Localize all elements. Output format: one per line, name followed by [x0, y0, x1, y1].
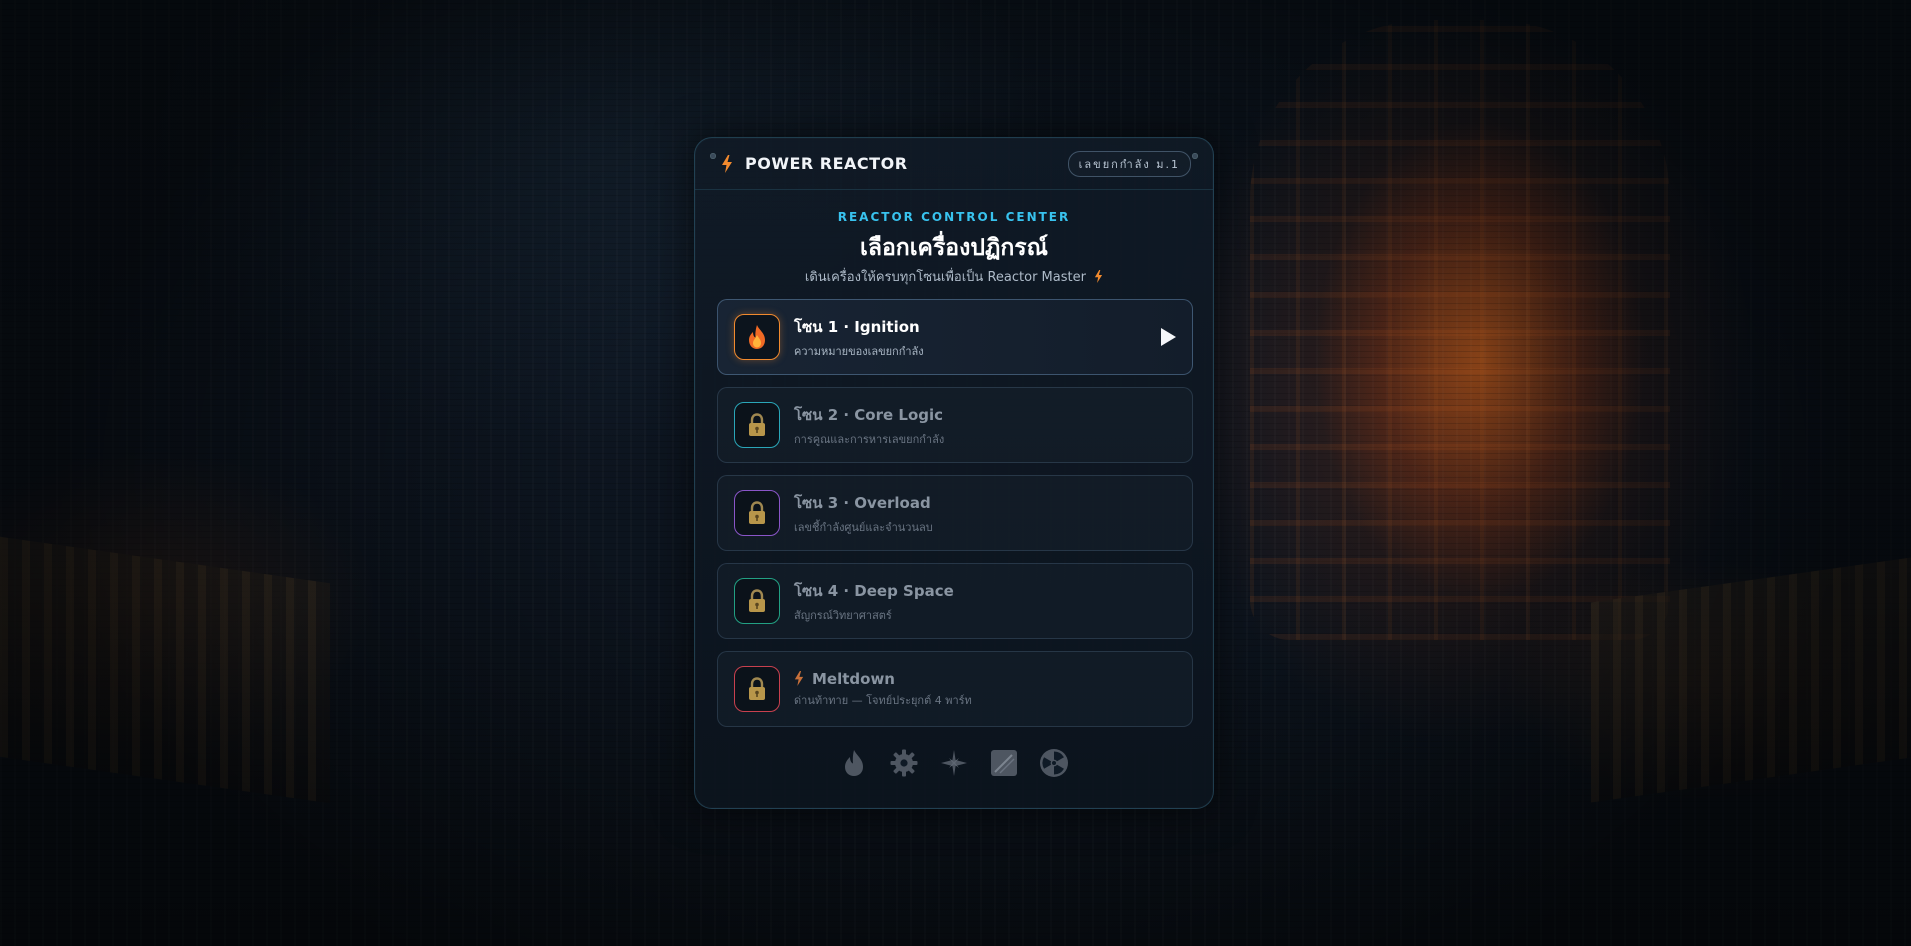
- zone-text: โซน 1 · Ignition ความหมายของเลขยกกำลัง: [794, 315, 924, 360]
- flame-medal-icon: [838, 747, 870, 779]
- background-reactor-tower: [1250, 20, 1670, 640]
- bolt-icon: [794, 670, 804, 686]
- zone-card-overload[interactable]: โซน 3 · Overload เลขชี้กำลังศูนย์และจำนว…: [717, 475, 1193, 551]
- page-subtitle: เดินเครื่องให้ครบทุกโซนเพื่อเป็น Reactor…: [695, 266, 1213, 287]
- bolt-icon: [722, 154, 732, 173]
- lock-icon: [749, 589, 765, 612]
- flame-icon: [749, 325, 765, 349]
- zone-list: โซน 1 · Ignition ความหมายของเลขยกกำลัง โ…: [717, 299, 1193, 739]
- zone-text: โซน 3 · Overload เลขชี้กำลังศูนย์และจำนว…: [794, 491, 933, 536]
- zone-title: โซน 1 · Ignition: [794, 317, 920, 336]
- zone-description: เลขชี้กำลังศูนย์และจำนวนลบ: [794, 520, 933, 534]
- zone-text: โซน 2 · Core Logic การคูณและการหารเลขยกก…: [794, 403, 944, 448]
- zone-description: ด่านท้าทาย — โจทย์ประยุกต์ 4 พาร์ท: [794, 693, 972, 707]
- zone-icon-frame: [734, 490, 780, 536]
- zone-icon-frame: [734, 402, 780, 448]
- zone-description: ความหมายของเลขยกกำลัง: [794, 344, 924, 358]
- zone-title-text: Meltdown: [812, 669, 895, 688]
- zone-card-meltdown[interactable]: Meltdown ด่านท้าทาย — โจทย์ประยุกต์ 4 พา…: [717, 651, 1193, 727]
- zone-title: โซน 4 · Deep Space: [794, 581, 954, 600]
- zone-title: โซน 2 · Core Logic: [794, 405, 944, 424]
- panel-header: POWER REACTOR เลขยกกำลัง ม.1: [695, 138, 1213, 190]
- zone-card-ignition[interactable]: โซน 1 · Ignition ความหมายของเลขยกกำลัง: [717, 299, 1193, 375]
- lock-icon: [749, 677, 765, 700]
- medal-tray: [695, 747, 1213, 779]
- zone-icon-frame: [734, 666, 780, 712]
- grade-badge: เลขยกกำลัง ม.1: [1067, 150, 1191, 177]
- zone-description: การคูณและการหารเลขยกกำลัง: [794, 432, 945, 446]
- zone-card-core-logic[interactable]: โซน 2 · Core Logic การคูณและการหารเลขยกก…: [717, 387, 1193, 463]
- zone-title: Meltdown: [794, 670, 972, 688]
- zone-title: โซน 3 · Overload: [794, 493, 931, 512]
- app-title: POWER REACTOR: [745, 154, 908, 173]
- background-console-right: [1591, 557, 1911, 803]
- play-icon[interactable]: [1161, 328, 1176, 346]
- background-console-left: [0, 536, 330, 804]
- zone-text: โซน 4 · Deep Space สัญกรณ์วิทยาศาสตร์: [794, 579, 954, 624]
- spark-medal-icon: [938, 747, 970, 779]
- bolt-icon: [1094, 270, 1103, 283]
- radiation-medal-icon: [1038, 747, 1070, 779]
- lock-icon: [749, 413, 765, 436]
- zone-icon-frame: [734, 578, 780, 624]
- page-title: เลือกเครื่องปฏิกรณ์: [860, 235, 1048, 261]
- reactor-select-panel: POWER REACTOR เลขยกกำลัง ม.1 REACTOR CON…: [694, 137, 1214, 809]
- eyebrow-label: REACTOR CONTROL CENTER: [837, 210, 1071, 224]
- zone-icon-frame: [734, 314, 780, 360]
- comet-medal-icon: [988, 747, 1020, 779]
- gear-medal-icon: [888, 747, 920, 779]
- subtitle-text: เดินเครื่องให้ครบทุกโซนเพื่อเป็น Reactor…: [804, 270, 1086, 285]
- zone-description: สัญกรณ์วิทยาศาสตร์: [794, 608, 892, 622]
- zone-text: Meltdown ด่านท้าทาย — โจทย์ประยุกต์ 4 พา…: [794, 670, 972, 709]
- lock-icon: [749, 501, 765, 524]
- zone-card-deep-space[interactable]: โซน 4 · Deep Space สัญกรณ์วิทยาศาสตร์: [717, 563, 1193, 639]
